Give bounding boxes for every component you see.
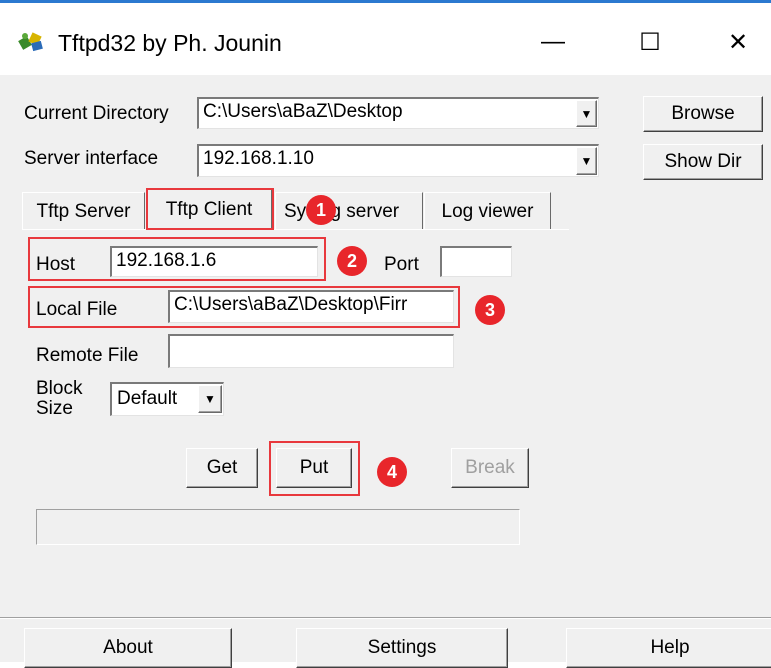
remote-file-input[interactable] — [168, 334, 454, 368]
remote-file-label: Remote File — [36, 345, 139, 366]
step-badge-2: 2 — [337, 246, 367, 276]
current-directory-combo[interactable]: C:\Users\aBaZ\Desktop — [197, 97, 599, 129]
bottom-separator — [0, 617, 771, 619]
server-interface-value: 192.168.1.10 — [203, 148, 314, 169]
host-input[interactable]: 192.168.1.6 — [110, 246, 318, 277]
block-size-label: Block Size — [36, 379, 82, 419]
settings-button[interactable]: Settings — [296, 628, 508, 668]
chevron-down-icon: ▼ — [580, 106, 593, 121]
tab-syslog-server[interactable]: Syslog server — [275, 192, 423, 230]
show-dir-button-label: Show Dir — [664, 151, 742, 172]
tab-log-viewer[interactable]: Log viewer — [424, 192, 551, 230]
highlight-box-tab — [146, 188, 274, 230]
host-value: 192.168.1.6 — [116, 250, 217, 271]
step-badge-1: 1 — [306, 195, 336, 225]
put-button-label: Put — [299, 457, 329, 478]
host-label: Host — [36, 254, 76, 275]
show-dir-button[interactable]: Show Dir — [643, 144, 763, 180]
step-badge-3: 3 — [475, 295, 505, 325]
minimize-button[interactable]: — — [528, 22, 578, 62]
local-file-input[interactable]: C:\Users\aBaZ\Desktop\Firr — [168, 290, 454, 323]
tab-label: Tftp Server — [36, 200, 131, 222]
chevron-down-icon: ▼ — [204, 392, 216, 406]
maximize-button[interactable]: ☐ — [625, 22, 675, 62]
current-directory-value: C:\Users\aBaZ\Desktop — [203, 101, 403, 122]
block-size-label-line1: Block — [36, 378, 83, 399]
put-button[interactable]: Put — [276, 448, 352, 488]
help-button-label: Help — [650, 637, 690, 658]
close-icon: ✕ — [727, 28, 749, 56]
tab-label: Log viewer — [441, 200, 534, 222]
transfer-progress-bar — [36, 509, 520, 545]
tab-panel-border — [22, 229, 569, 230]
browse-button-label: Browse — [671, 103, 735, 124]
break-button[interactable]: Break — [451, 448, 529, 488]
tab-tftp-server[interactable]: Tftp Server — [22, 192, 145, 230]
server-interface-dropdown[interactable]: ▼ — [576, 147, 597, 175]
tab-label: Syslog server — [284, 200, 400, 222]
settings-button-label: Settings — [367, 637, 437, 658]
port-label: Port — [384, 254, 419, 275]
minimize-icon: — — [541, 28, 565, 55]
window-title: Tftpd32 by Ph. Jounin — [58, 30, 282, 56]
current-directory-label: Current Directory — [24, 103, 169, 124]
maximize-icon: ☐ — [639, 28, 661, 56]
about-button-label: About — [103, 637, 153, 658]
browse-button[interactable]: Browse — [643, 96, 763, 132]
local-file-value: C:\Users\aBaZ\Desktop\Firr — [174, 294, 408, 315]
local-file-label: Local File — [36, 299, 118, 320]
get-button-label: Get — [206, 457, 238, 478]
block-size-value: Default — [117, 388, 178, 409]
app-icon — [18, 32, 43, 52]
about-button[interactable]: About — [24, 628, 232, 668]
close-button[interactable]: ✕ — [713, 22, 763, 62]
help-button[interactable]: Help — [566, 628, 771, 668]
current-directory-dropdown[interactable]: ▼ — [576, 100, 597, 127]
chevron-down-icon: ▼ — [580, 154, 593, 168]
step-badge-4: 4 — [377, 457, 407, 487]
break-button-label: Break — [465, 457, 515, 478]
block-size-dropdown[interactable]: ▼ — [198, 385, 222, 413]
block-size-label-line2: Size — [36, 398, 73, 419]
server-interface-label: Server interface — [24, 148, 159, 169]
server-interface-combo[interactable]: 192.168.1.10 — [197, 144, 599, 177]
get-button[interactable]: Get — [186, 448, 258, 488]
port-input[interactable] — [440, 246, 512, 277]
